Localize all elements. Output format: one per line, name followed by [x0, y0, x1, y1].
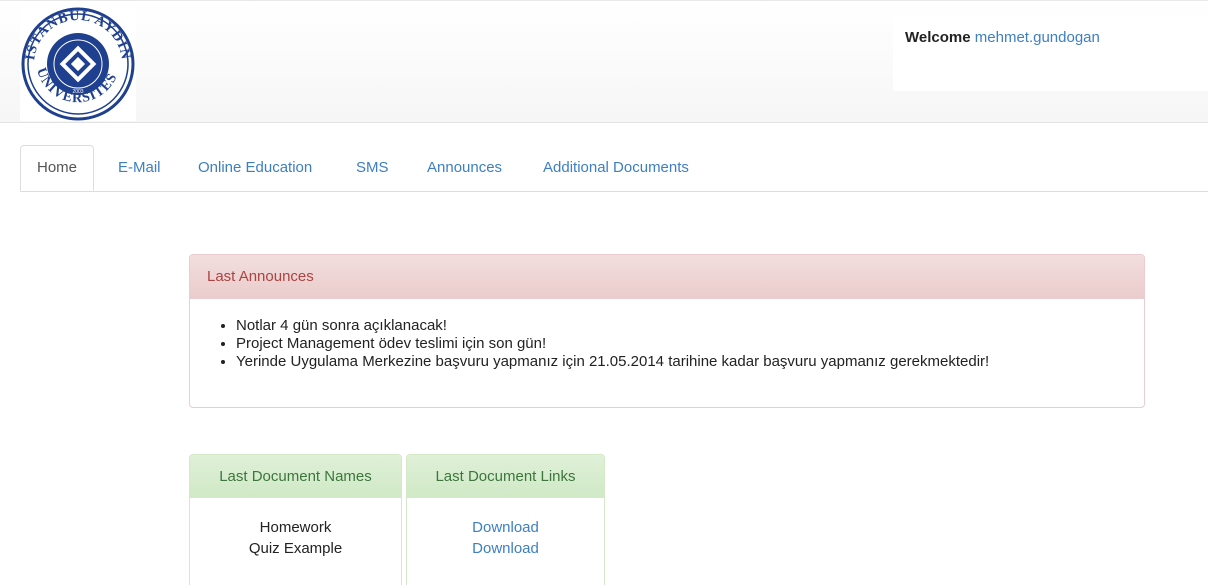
welcome-box: Welcome mehmet.gundogan: [893, 15, 1208, 91]
document-links-list: Download Download: [407, 498, 604, 559]
tab-sms[interactable]: SMS: [356, 145, 389, 191]
tab-announces[interactable]: Announces: [427, 145, 502, 191]
main-nav-tabs: Home E-Mail Online Education SMS Announc…: [20, 145, 1208, 192]
tab-email[interactable]: E-Mail: [118, 145, 161, 191]
svg-text:2003: 2003: [72, 89, 83, 95]
tab-additional-documents[interactable]: Additional Documents: [543, 145, 689, 191]
university-seal-icon: İSTANBUL AYDIN ÜNİVERSİTESİ 2003: [20, 7, 135, 121]
page: İSTANBUL AYDIN ÜNİVERSİTESİ 2003 Welcome…: [0, 0, 1208, 585]
tab-home[interactable]: Home: [20, 145, 95, 191]
announce-item: Yerinde Uygulama Merkezine başvuru yapma…: [236, 353, 1144, 371]
document-names-list: Homework Quiz Example: [190, 498, 401, 559]
last-document-links-title: Last Document Links: [407, 455, 604, 498]
document-name: Homework: [259, 519, 332, 536]
last-document-names-panel: Last Document Names Homework Quiz Exampl…: [189, 454, 402, 585]
announce-item: Notlar 4 gün sonra açıklanacak!: [236, 317, 1144, 335]
university-logo[interactable]: İSTANBUL AYDIN ÜNİVERSİTESİ 2003: [20, 7, 136, 121]
header: İSTANBUL AYDIN ÜNİVERSİTESİ 2003 Welcome…: [0, 0, 1208, 123]
last-announces-title: Last Announces: [190, 255, 1144, 299]
last-document-names-title: Last Document Names: [190, 455, 401, 498]
last-document-links-panel: Last Document Links Download Download: [406, 454, 605, 585]
announce-list: Notlar 4 gün sonra açıklanacak! Project …: [190, 317, 1144, 371]
download-link-quiz-example[interactable]: Download: [407, 538, 604, 559]
welcome-message: Welcome mehmet.gundogan: [905, 29, 1100, 46]
tab-online-education[interactable]: Online Education: [198, 145, 312, 191]
welcome-label: Welcome: [905, 29, 971, 46]
username-link[interactable]: mehmet.gundogan: [975, 29, 1100, 46]
last-announces-panel: Last Announces Notlar 4 gün sonra açıkla…: [189, 254, 1145, 408]
document-name: Quiz Example: [248, 540, 343, 557]
download-link-homework[interactable]: Download: [407, 517, 604, 538]
announce-item: Project Management ödev teslimi için son…: [236, 335, 1144, 353]
